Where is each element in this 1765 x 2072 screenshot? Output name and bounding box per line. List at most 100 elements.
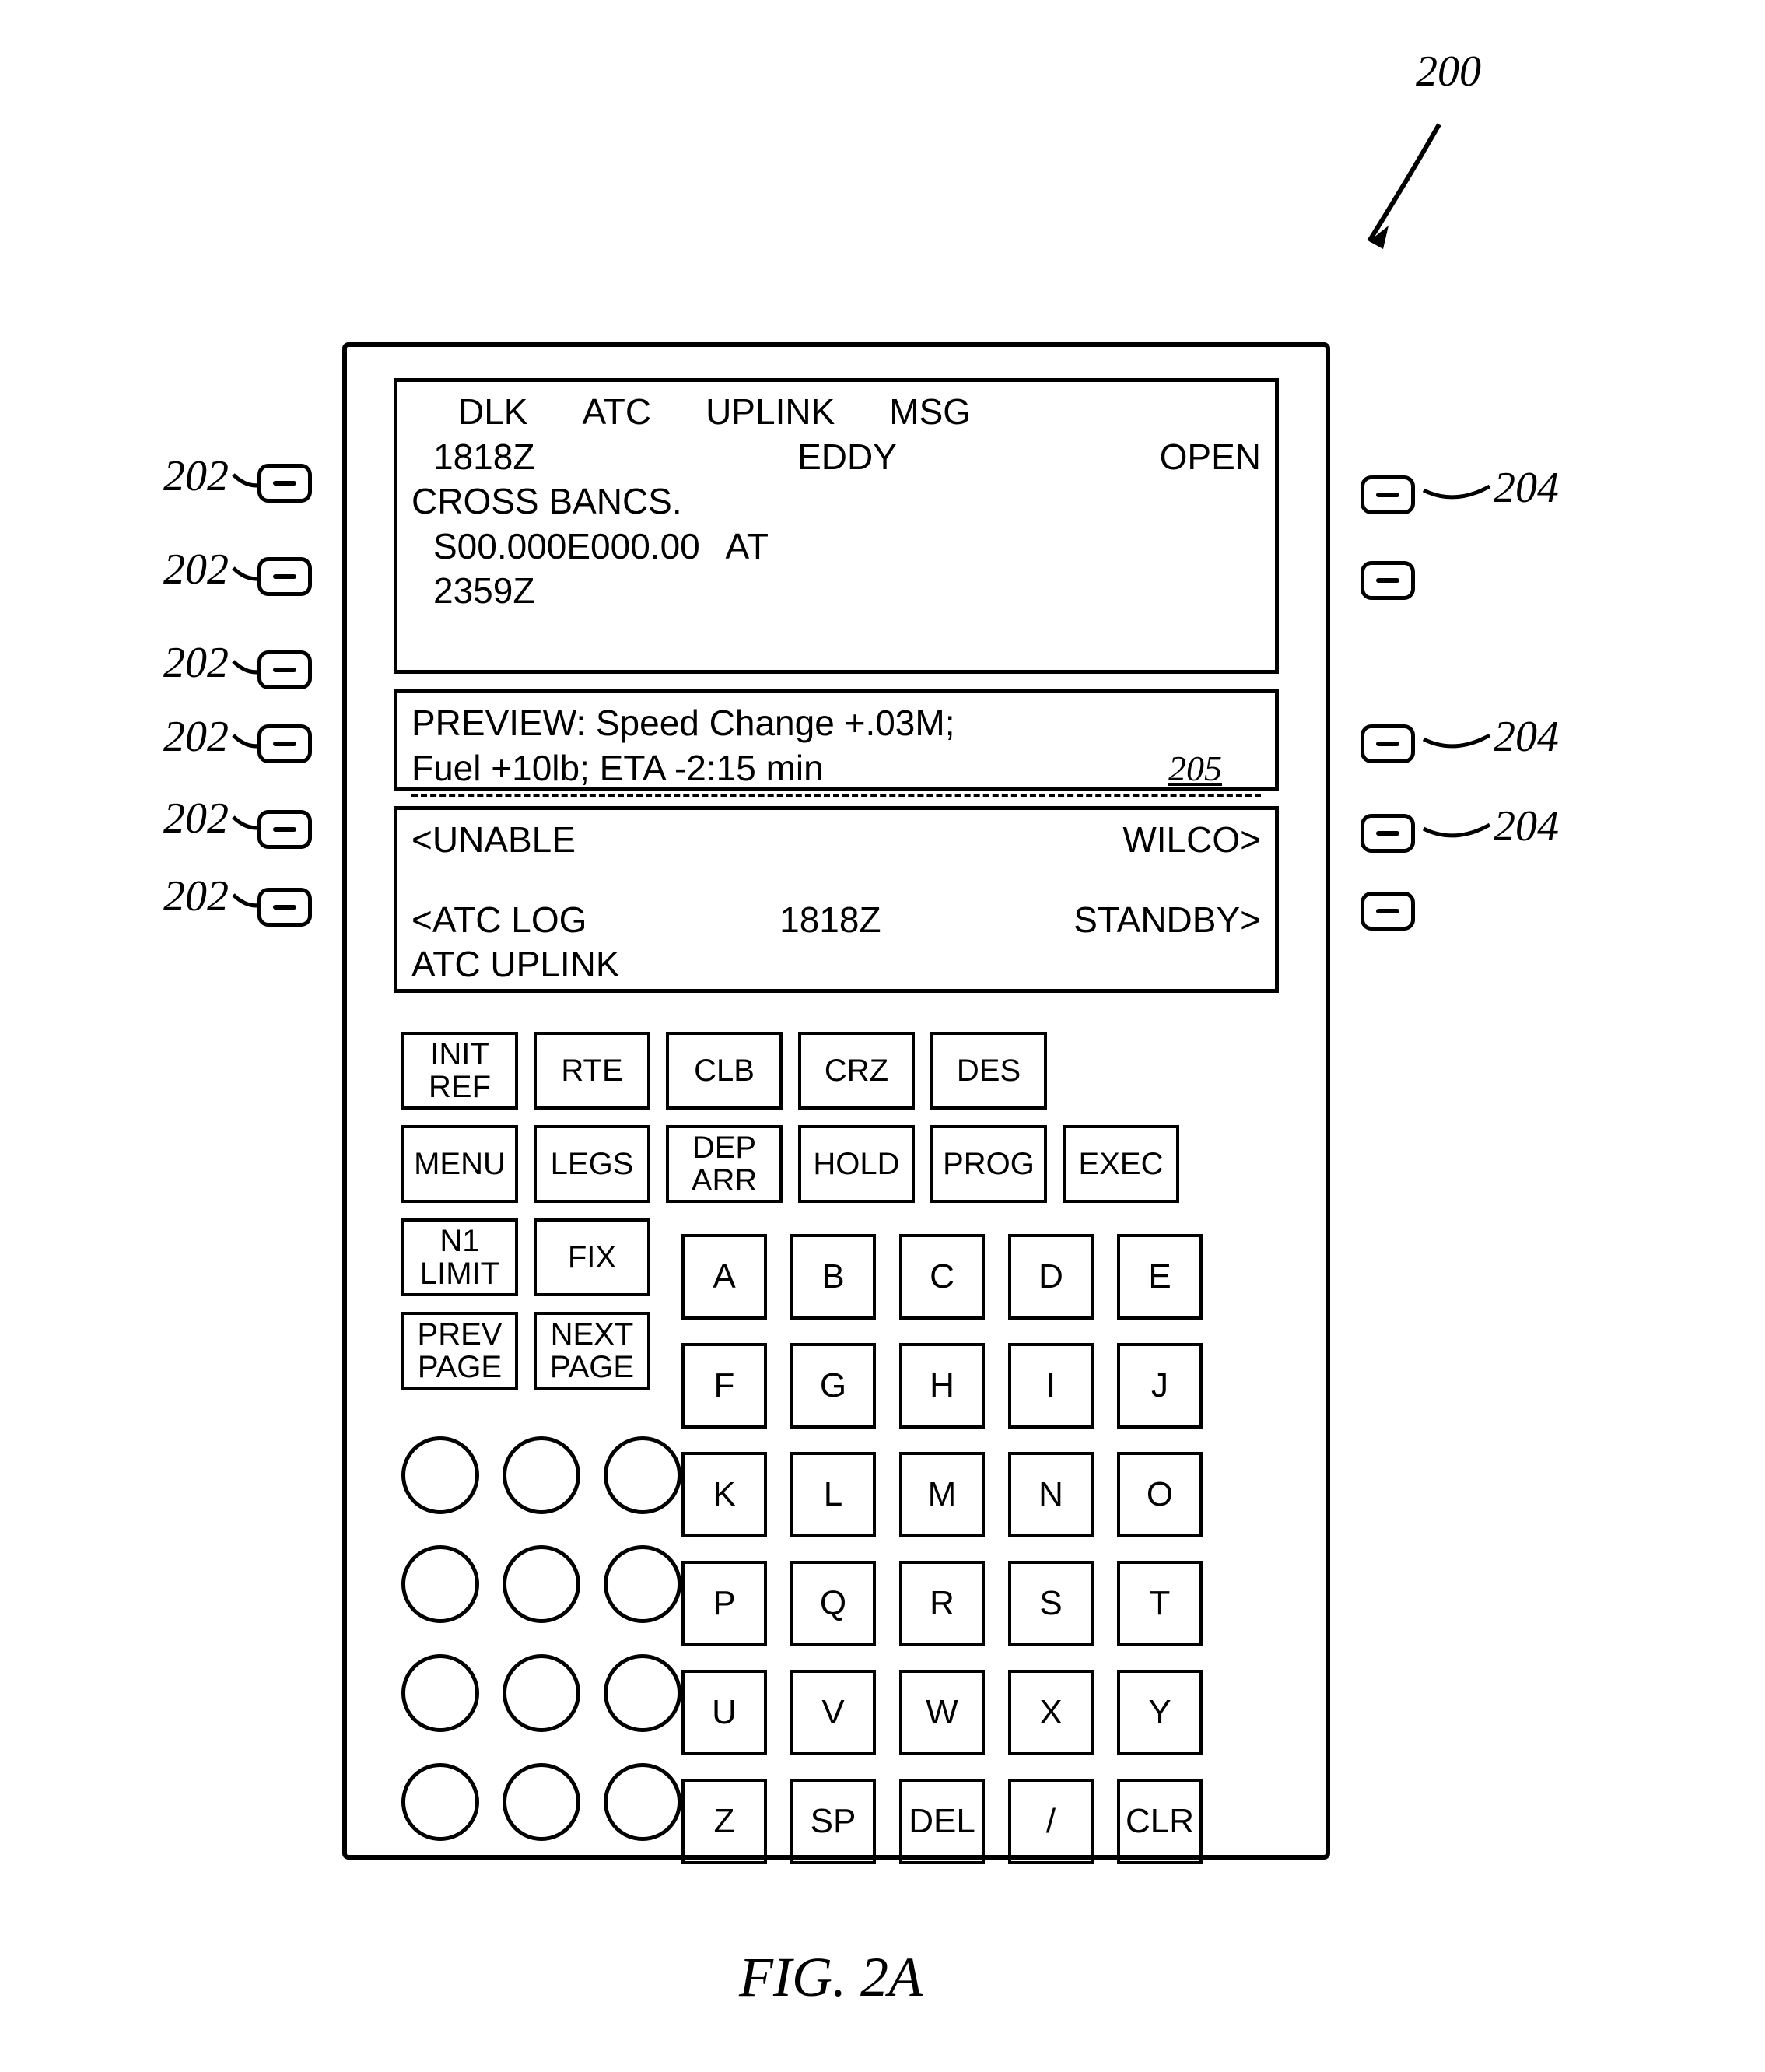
key-menu[interactable]: MENU: [401, 1125, 518, 1203]
numeric-key-8[interactable]: [604, 1654, 681, 1732]
key-next-page[interactable]: NEXTPAGE: [534, 1312, 650, 1390]
numeric-key-10[interactable]: [503, 1763, 580, 1841]
lsk-l4[interactable]: [257, 724, 312, 763]
alpha-key-clr[interactable]: CLR: [1117, 1779, 1203, 1864]
alpha-key-o[interactable]: O: [1117, 1452, 1203, 1537]
disp-time: 1818Z: [411, 435, 534, 480]
disp-at: AT: [726, 526, 769, 566]
key-init-ref[interactable]: INITREF: [401, 1032, 518, 1110]
key-blank: [1063, 1032, 1179, 1110]
display-main: DLK ATC UPLINK MSG 1818Z EDDY OPEN CROSS…: [394, 378, 1279, 674]
key-prog[interactable]: PROG: [930, 1125, 1047, 1203]
numeric-key-2[interactable]: [604, 1436, 681, 1514]
alpha-key-f[interactable]: F: [681, 1343, 767, 1429]
ref-205: 205: [1168, 746, 1222, 791]
preview-line1: PREVIEW: Speed Change +.03M;: [411, 701, 1261, 746]
alpha-key-w[interactable]: W: [899, 1670, 985, 1755]
ref-202-l6: 202: [163, 871, 229, 921]
key-clb[interactable]: CLB: [666, 1032, 783, 1110]
alpha-key-k[interactable]: K: [681, 1452, 767, 1537]
lead-line: [1424, 809, 1494, 848]
numeric-key-4[interactable]: [503, 1545, 580, 1623]
alpha-key-slash[interactable]: /: [1008, 1779, 1094, 1864]
hdr-msg: MSG: [889, 390, 971, 435]
alpha-key-i[interactable]: I: [1008, 1343, 1094, 1429]
key-prev-page[interactable]: PREVPAGE: [401, 1312, 518, 1390]
lsk-r5[interactable]: [1361, 892, 1415, 931]
lsk-l5[interactable]: [257, 810, 312, 849]
key-fix[interactable]: FIX: [534, 1218, 650, 1296]
alpha-key-t[interactable]: T: [1117, 1561, 1203, 1646]
lsk-r3[interactable]: [1361, 724, 1415, 763]
alpha-key-u[interactable]: U: [681, 1670, 767, 1755]
key-n1-limit[interactable]: N1LIMIT: [401, 1218, 518, 1296]
alpha-key-h[interactable]: H: [899, 1343, 985, 1429]
function-key-grid: INITREF RTE CLB CRZ DES MENU LEGS DEPARR…: [401, 1032, 1179, 1203]
alpha-key-p[interactable]: P: [681, 1561, 767, 1646]
key-des[interactable]: DES: [930, 1032, 1047, 1110]
numeric-key-0[interactable]: [401, 1436, 479, 1514]
ref-200-arrow: [1346, 117, 1470, 257]
alpha-key-l[interactable]: L: [790, 1452, 876, 1537]
numeric-key-3[interactable]: [401, 1545, 479, 1623]
alpha-key-v[interactable]: V: [790, 1670, 876, 1755]
alpha-key-j[interactable]: J: [1117, 1343, 1203, 1429]
alpha-key-q[interactable]: Q: [790, 1561, 876, 1646]
display-preview: PREVIEW: Speed Change +.03M; Fuel +10lb;…: [394, 689, 1279, 791]
alpha-key-e[interactable]: E: [1117, 1234, 1203, 1320]
lsk-l3[interactable]: [257, 650, 312, 689]
alpha-key-r[interactable]: R: [899, 1561, 985, 1646]
ref-204-r1: 204: [1494, 463, 1559, 513]
alpha-key-a[interactable]: A: [681, 1234, 767, 1320]
key-rte[interactable]: RTE: [534, 1032, 650, 1110]
alpha-key-c[interactable]: C: [899, 1234, 985, 1320]
resp-wilco: WILCO>: [1122, 818, 1261, 863]
numeric-key-9[interactable]: [401, 1763, 479, 1841]
disp-open: OPEN: [1160, 435, 1261, 480]
display-responses: <UNABLE WILCO> <ATC LOG 1818Z STANDBY> A…: [394, 806, 1279, 993]
ref-202-l4: 202: [163, 712, 229, 762]
ref-204-r2: 204: [1494, 712, 1559, 762]
alpha-key-g[interactable]: G: [790, 1343, 876, 1429]
key-exec[interactable]: EXEC: [1063, 1125, 1179, 1203]
resp-unable: <UNABLE: [411, 818, 576, 863]
key-dep-arr[interactable]: DEPARR: [666, 1125, 783, 1203]
disp-time2: 2359Z: [411, 569, 1261, 614]
numeric-key-6[interactable]: [401, 1654, 479, 1732]
lsk-r2[interactable]: [1361, 561, 1415, 600]
numeric-key-11[interactable]: [604, 1763, 681, 1841]
alpha-key-m[interactable]: M: [899, 1452, 985, 1537]
figure-caption: FIG. 2A: [739, 1945, 923, 2010]
lead-line: [1424, 720, 1494, 759]
hdr-dlk: DLK: [458, 390, 527, 435]
alpha-keypad: ABCDE FGHIJ KLMNO PQRST UVWXY Z SP DEL / CLR: [681, 1234, 1203, 1864]
lsk-l6[interactable]: [257, 888, 312, 927]
lead-line: [1424, 471, 1494, 510]
resp-atclog: <ATC LOG: [411, 898, 587, 943]
alpha-key-sp[interactable]: SP: [790, 1779, 876, 1864]
numeric-key-1[interactable]: [503, 1436, 580, 1514]
lsk-l2[interactable]: [257, 557, 312, 596]
ref-202-l1: 202: [163, 451, 229, 501]
preview-line2: Fuel +10lb; ETA -2:15 min: [411, 746, 824, 791]
hdr-atc: ATC: [582, 390, 651, 435]
key-legs[interactable]: LEGS: [534, 1125, 650, 1203]
alpha-key-y[interactable]: Y: [1117, 1670, 1203, 1755]
alpha-key-d[interactable]: D: [1008, 1234, 1094, 1320]
key-hold[interactable]: HOLD: [798, 1125, 915, 1203]
lsk-l1[interactable]: [257, 464, 312, 503]
lsk-r1[interactable]: [1361, 475, 1415, 514]
resp-time: 1818Z: [779, 898, 881, 943]
resp-standby: STANDBY>: [1073, 898, 1261, 943]
numeric-key-7[interactable]: [503, 1654, 580, 1732]
alpha-key-n[interactable]: N: [1008, 1452, 1094, 1537]
alpha-key-x[interactable]: X: [1008, 1670, 1094, 1755]
alpha-key-z[interactable]: Z: [681, 1779, 767, 1864]
key-crz[interactable]: CRZ: [798, 1032, 915, 1110]
alpha-key-del[interactable]: DEL: [899, 1779, 985, 1864]
disp-coords: S00.000E000.00: [411, 526, 700, 566]
lsk-r4[interactable]: [1361, 814, 1415, 853]
alpha-key-b[interactable]: B: [790, 1234, 876, 1320]
alpha-key-s[interactable]: S: [1008, 1561, 1094, 1646]
numeric-key-5[interactable]: [604, 1545, 681, 1623]
